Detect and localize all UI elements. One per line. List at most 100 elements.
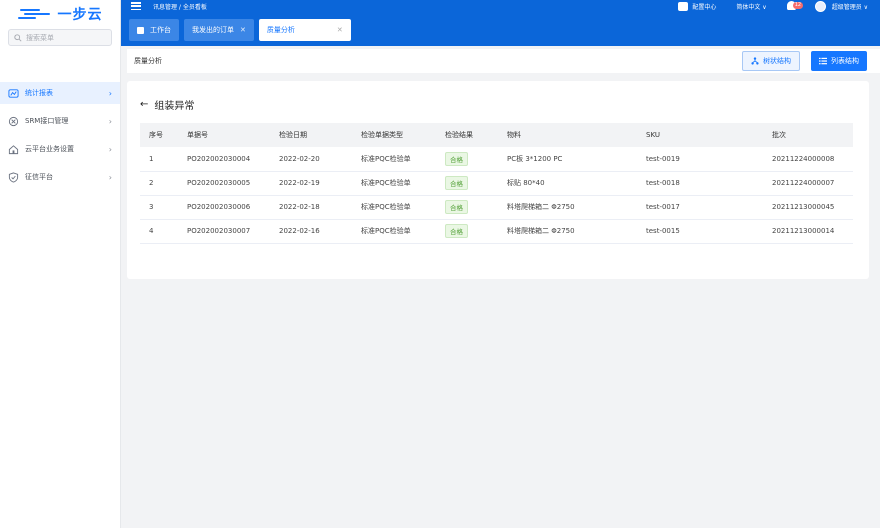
notification-badge: 12 [792,2,804,9]
cell-doc-type: 标准PQC检验单 [352,195,436,220]
tree-view-button[interactable]: 树状结构 [742,51,800,71]
page-title: 质量分析 [134,57,162,65]
shirt-icon [678,1,689,11]
close-icon[interactable]: ✕ [240,26,246,34]
sidebar-item-statistics[interactable]: 统计报表 › [0,82,120,104]
inspection-table: 序号 单据号 检验日期 检验单据类型 检验结果 物料 SKU 批次 1 PO20… [140,123,853,244]
cell-index: 1 [140,147,178,172]
cell-result: 合格 [436,147,498,172]
tab-quality-analysis[interactable]: 质量分析 ✕ [258,19,351,41]
tab-label: 工作台 [150,26,171,34]
cell-batch: 20211213000014 [763,219,853,244]
language-select[interactable]: 简体中文 ∨ [736,2,766,11]
config-center-label: 配置中心 [692,3,717,11]
cell-index: 2 [140,171,178,196]
cell-date: 2022-02-16 [270,219,352,244]
column-header: 检验单据类型 [352,123,436,147]
tree-view-label: 树状结构 [763,57,791,65]
list-icon [819,57,827,65]
table-header-row: 序号 单据号 检验日期 检验单据类型 检验结果 物料 SKU 批次 [140,123,853,147]
table-row[interactable]: 3 PO202002030006 2022-02-18 标准PQC检验单 合格 … [140,195,853,220]
sidebar-item-label: 征信平台 [25,173,53,181]
cell-batch: 20211224000008 [763,147,853,172]
home-icon [8,144,19,155]
column-header: 物料 [498,123,637,147]
sidebar-item-credit[interactable]: 征信平台 › [0,166,120,188]
table-row[interactable]: 4 PO202002030007 2022-02-16 标准PQC检验单 合格 … [140,219,853,244]
cell-doc-no: PO202002030007 [178,219,270,244]
cell-batch: 20211213000045 [763,195,853,220]
status-badge: 合格 [445,151,468,166]
tab-workbench[interactable]: 工作台 [129,19,179,41]
cell-index: 3 [140,195,178,220]
sidebar-item-srm[interactable]: SRM接口管理 › [0,110,120,132]
dashboard-icon [137,26,144,34]
chevron-right-icon: › [108,144,112,154]
cell-sku: test-0015 [637,219,763,244]
logo-text: 一步云 [57,7,103,23]
cell-doc-type: 标准PQC检验单 [352,171,436,196]
column-header: 批次 [763,123,853,147]
shield-icon [8,171,19,183]
status-badge: 合格 [445,176,468,190]
cell-date: 2022-02-20 [270,147,352,172]
cell-result: 合格 [436,219,498,244]
cell-date: 2022-02-19 [270,171,352,196]
user-menu[interactable]: 超级管理员 ∨ [832,2,868,11]
table-row[interactable]: 2 PO202002030005 2022-02-19 标准PQC检验单 合格 … [140,171,853,196]
search-placeholder: 搜索菜单 [26,33,54,42]
cell-material: 料塔爬梯箱二 Φ2750 [498,195,637,220]
tree-icon [751,57,759,65]
card-title: 组装异常 [154,101,195,112]
cell-sku: test-0019 [637,147,763,172]
tab-bar: 工作台 我发出的订单 ✕ 质量分析 ✕ [129,19,351,41]
cell-sku: test-0017 [637,195,763,220]
breadcrumb: 讯息管理 / 全员看板 [153,3,207,11]
menu-toggle-icon[interactable] [131,2,141,10]
cell-sku: test-0018 [637,171,763,196]
logo[interactable]: 一步云 [0,0,120,28]
menu-search-input[interactable]: 搜索菜单 [8,29,112,46]
sidebar-item-label: 云平台业务设置 [25,145,74,153]
logo-mark-icon [17,7,52,21]
back-arrow-icon[interactable]: ← [140,99,148,110]
chevron-right-icon: › [108,172,112,182]
plug-icon [8,116,19,127]
tab-my-orders[interactable]: 我发出的订单 ✕ [184,19,254,41]
cell-date: 2022-02-18 [270,195,352,220]
sidebar-item-cloud-settings[interactable]: 云平台业务设置 › [0,138,120,160]
sidebar: 一步云 搜索菜单 统计报表 › SRM接口管理 › 云平台业务设置 › 征信平台… [0,0,121,528]
cell-batch: 20211224000007 [763,171,853,196]
user-name: 超级管理员 ∨ [831,3,868,11]
cell-material: 标贴 80*40 [498,171,637,196]
column-header: 检验日期 [270,123,352,147]
config-center-button[interactable]: 配置中心 [678,1,717,11]
list-view-button[interactable]: 列表结构 [811,51,867,71]
cell-doc-no: PO202002030006 [178,195,270,220]
column-header: SKU [637,123,763,147]
cell-result: 合格 [436,195,498,220]
cell-index: 4 [140,219,178,244]
cell-doc-no: PO202002030004 [178,147,270,172]
cell-material: 料塔爬梯箱二 Φ2750 [498,219,637,244]
cell-doc-type: 标准PQC检验单 [352,219,436,244]
column-header: 检验结果 [436,123,498,147]
sidebar-item-label: 统计报表 [25,89,53,97]
column-header: 单据号 [178,123,270,147]
search-icon [14,33,22,42]
table-row[interactable]: 1 PO202002030004 2022-02-20 标准PQC检验单 合格 … [140,147,853,172]
close-icon[interactable]: ✕ [337,26,343,34]
cell-material: PC板 3*1200 PC [498,147,637,172]
sidebar-item-label: SRM接口管理 [25,117,69,125]
status-badge: 合格 [445,224,468,238]
cell-doc-no: PO202002030005 [178,171,270,196]
page-subheader: 质量分析 树状结构 列表结构 [127,49,880,73]
result-card: ← 组装异常 序号 单据号 检验日期 检验单据类型 检验结果 物料 SKU 批次… [127,81,869,279]
cell-result: 合格 [436,171,498,196]
avatar[interactable] [814,0,826,12]
notification-button[interactable]: 12 [786,1,804,11]
top-header: 讯息管理 / 全员看板 配置中心 简体中文 ∨ 12 超级管理员 ∨ 工作台 我… [121,0,880,46]
tab-label: 我发出的订单 [192,26,234,34]
cell-doc-type: 标准PQC检验单 [352,147,436,172]
chart-icon [8,88,19,99]
